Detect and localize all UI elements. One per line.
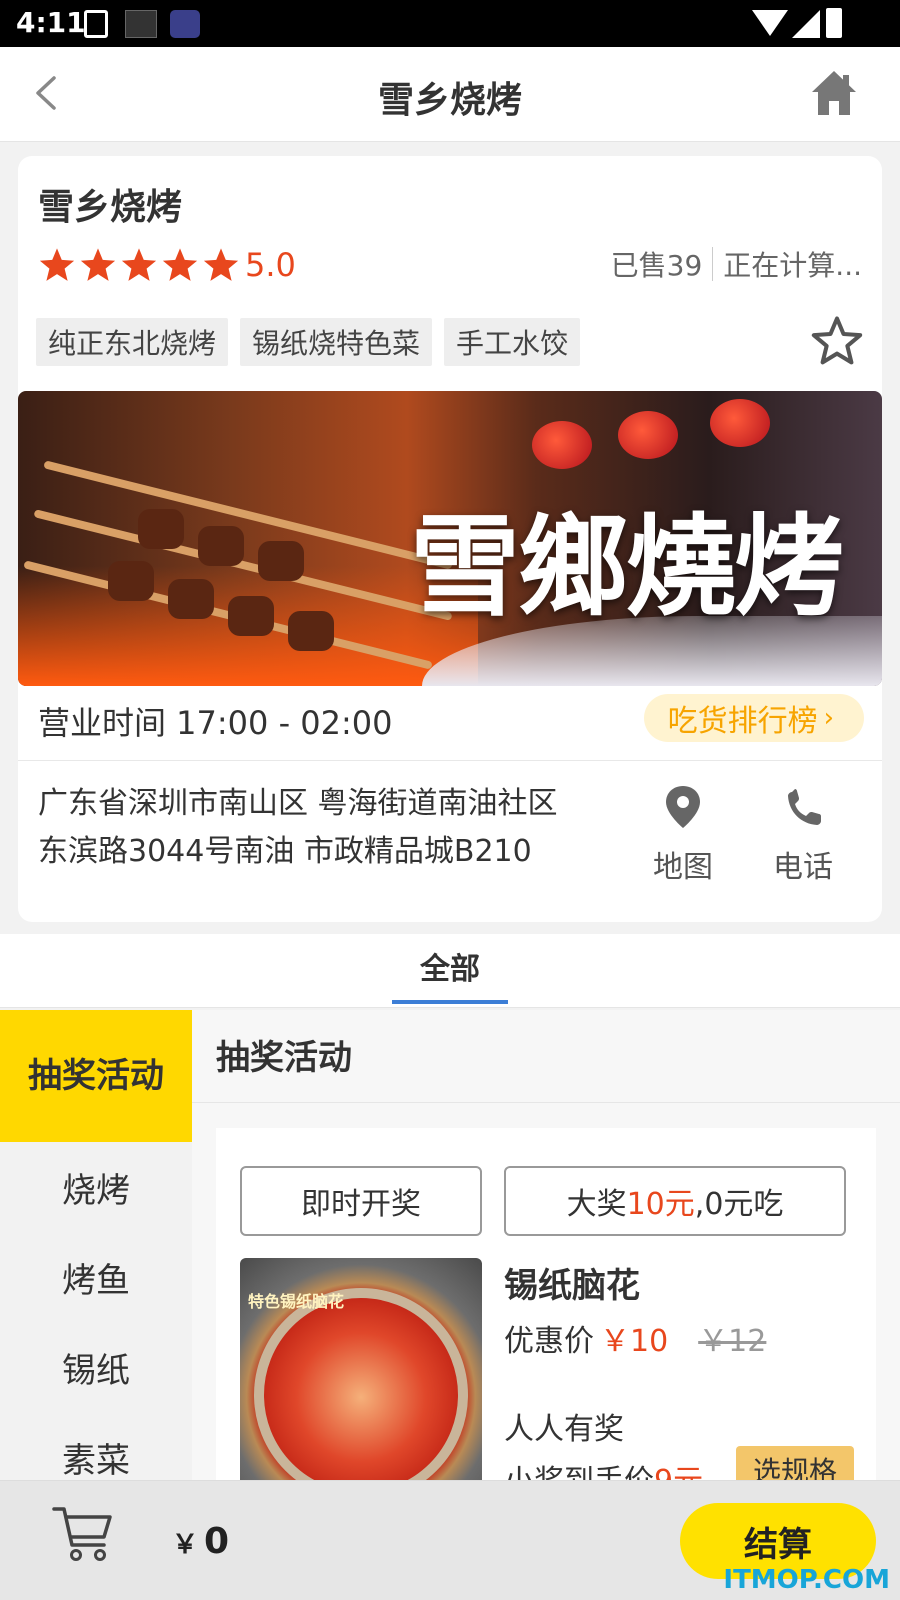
food-image[interactable]: 特色锡纸脑花 [240, 1258, 482, 1498]
page-title: 雪乡烧烤 [377, 80, 522, 121]
banner-skewer [43, 460, 453, 570]
star-filled-icon [162, 248, 198, 281]
lottery-item-card: 即时开奖 大奖 10元 ,0元吃 特色锡纸脑花 锡纸脑花 优惠价 ￥10 ￥12 人… [216, 1128, 876, 1499]
price-current: ￥10 [600, 1324, 669, 1359]
shop-tag: 纯正东北烧烤 [36, 318, 229, 366]
phone-button[interactable]: 电话 [758, 784, 848, 886]
phone-icon [788, 789, 821, 825]
prize-amount: 10元 [626, 1187, 695, 1222]
star-filled-icon [39, 248, 75, 281]
address-line: 东滨路3044号南油 市政精品城B210 [38, 834, 532, 869]
map-button[interactable]: 地图 [638, 784, 728, 886]
prize-prefix: 大奖 [566, 1187, 627, 1222]
signal-icon [792, 10, 820, 38]
foil-tray-rim [254, 1288, 468, 1498]
shop-info-card: 雪乡烧烤 5.0 已售39 正在计算... 纯正东北烧烤 锡纸烧特色菜 手工水饺 [18, 156, 882, 922]
total-amount: 0 [204, 1521, 230, 1562]
category-grilled-fish[interactable]: 烤鱼 [0, 1232, 192, 1322]
nav-header: 雪乡烧烤 [0, 47, 900, 142]
favorite-star-icon[interactable] [810, 314, 864, 368]
instant-draw-button[interactable]: 即时开奖 [240, 1166, 482, 1236]
rating-score: 5.0 [245, 246, 296, 284]
banner-lantern [618, 411, 678, 459]
banner-meat [168, 579, 214, 619]
business-hours: 营业时间 17:00 - 02:00 [38, 704, 393, 742]
promo-text: 人人有奖 [504, 1412, 624, 1447]
shopping-cart-icon[interactable] [50, 1501, 116, 1567]
banner-lantern [710, 399, 770, 447]
star-filled-icon [121, 248, 157, 281]
cart-bar: ￥ 0 结算 ITMOP.COM [0, 1480, 900, 1600]
category-sidebar: 抽奖活动 烧烤 烤鱼 锡纸 素菜 [0, 1010, 192, 1481]
food-name: 锡纸脑花 [504, 1266, 640, 1306]
shop-name: 雪乡烧烤 [38, 187, 183, 228]
divider [18, 760, 882, 761]
rating-stars: 5.0 [38, 246, 296, 284]
prize-suffix: ,0元吃 [694, 1187, 784, 1222]
banner-meat [288, 611, 334, 651]
banner-logo-text: 雪鄉燒烤 [410, 502, 844, 631]
app-notification-icon [125, 10, 157, 38]
cart-total: ￥ 0 [172, 1521, 229, 1562]
chevron-right-icon: › [823, 703, 834, 733]
banner-meat [198, 526, 244, 566]
battery-icon [826, 8, 842, 38]
banner-meat [138, 509, 184, 549]
banner-meat [228, 596, 274, 636]
instant-draw-label: 即时开奖 [301, 1187, 421, 1222]
status-time: 4:11 [16, 6, 86, 39]
menu-tab-bar: 全部 [0, 934, 900, 1008]
section-title: 抽奖活动 [216, 1038, 352, 1078]
sold-count: 已售39 [610, 249, 703, 282]
distance-text: 正在计算... [723, 249, 862, 282]
shop-tags: 纯正东北烧烤 锡纸烧特色菜 手工水饺 [36, 318, 592, 366]
price-label: 优惠价 [504, 1324, 594, 1359]
address-line: 广东省深圳市南山区 粤海街道南油社区 [38, 786, 558, 821]
wifi-icon [752, 10, 788, 36]
category-lottery[interactable]: 抽奖活动 [0, 1010, 192, 1142]
status-bar: 4:11 [0, 0, 900, 47]
divider [192, 1102, 900, 1103]
ranking-label: 吃货排行榜 [667, 704, 818, 739]
shop-tag: 锡纸烧特色菜 [240, 318, 433, 366]
menu-content: 抽奖活动 即时开奖 大奖 10元 ,0元吃 特色锡纸脑花 锡纸脑花 优惠价 ￥10 … [192, 1010, 900, 1499]
banner-meat [258, 541, 304, 581]
foodie-ranking-button[interactable]: 吃货排行榜 › [643, 694, 864, 742]
category-bbq[interactable]: 烧烤 [0, 1142, 192, 1232]
banner-lantern [532, 421, 592, 469]
sales-info: 已售39 正在计算... [611, 244, 862, 284]
tab-all[interactable]: 全部 [392, 944, 508, 1004]
phone-frame-icon [84, 10, 108, 38]
home-icon[interactable] [808, 67, 860, 119]
banner-meat [108, 561, 154, 601]
currency-symbol: ￥ [172, 1530, 199, 1560]
location-pin-icon [666, 786, 700, 828]
phone-label: 电话 [773, 850, 833, 885]
star-filled-icon [80, 248, 116, 281]
food-image-label: 特色锡纸脑花 [248, 1292, 345, 1311]
shop-address: 广东省深圳市南山区 粤海街道南油社区 东滨路3044号南油 市政精品城B210 [38, 780, 628, 876]
star-filled-icon [203, 248, 239, 281]
price-original: ￥12 [698, 1324, 767, 1359]
site-watermark: ITMOP.COM [723, 1565, 890, 1595]
category-foil[interactable]: 锡纸 [0, 1322, 192, 1412]
shop-tag: 手工水饺 [444, 318, 581, 366]
voice-app-icon [170, 10, 200, 38]
grand-prize-button[interactable]: 大奖 10元 ,0元吃 [504, 1166, 846, 1236]
divider [712, 247, 714, 281]
map-label: 地图 [653, 850, 713, 885]
price-row: 优惠价 ￥10 ￥12 [504, 1316, 766, 1360]
shop-banner-image: 雪鄉燒烤 [18, 391, 882, 686]
